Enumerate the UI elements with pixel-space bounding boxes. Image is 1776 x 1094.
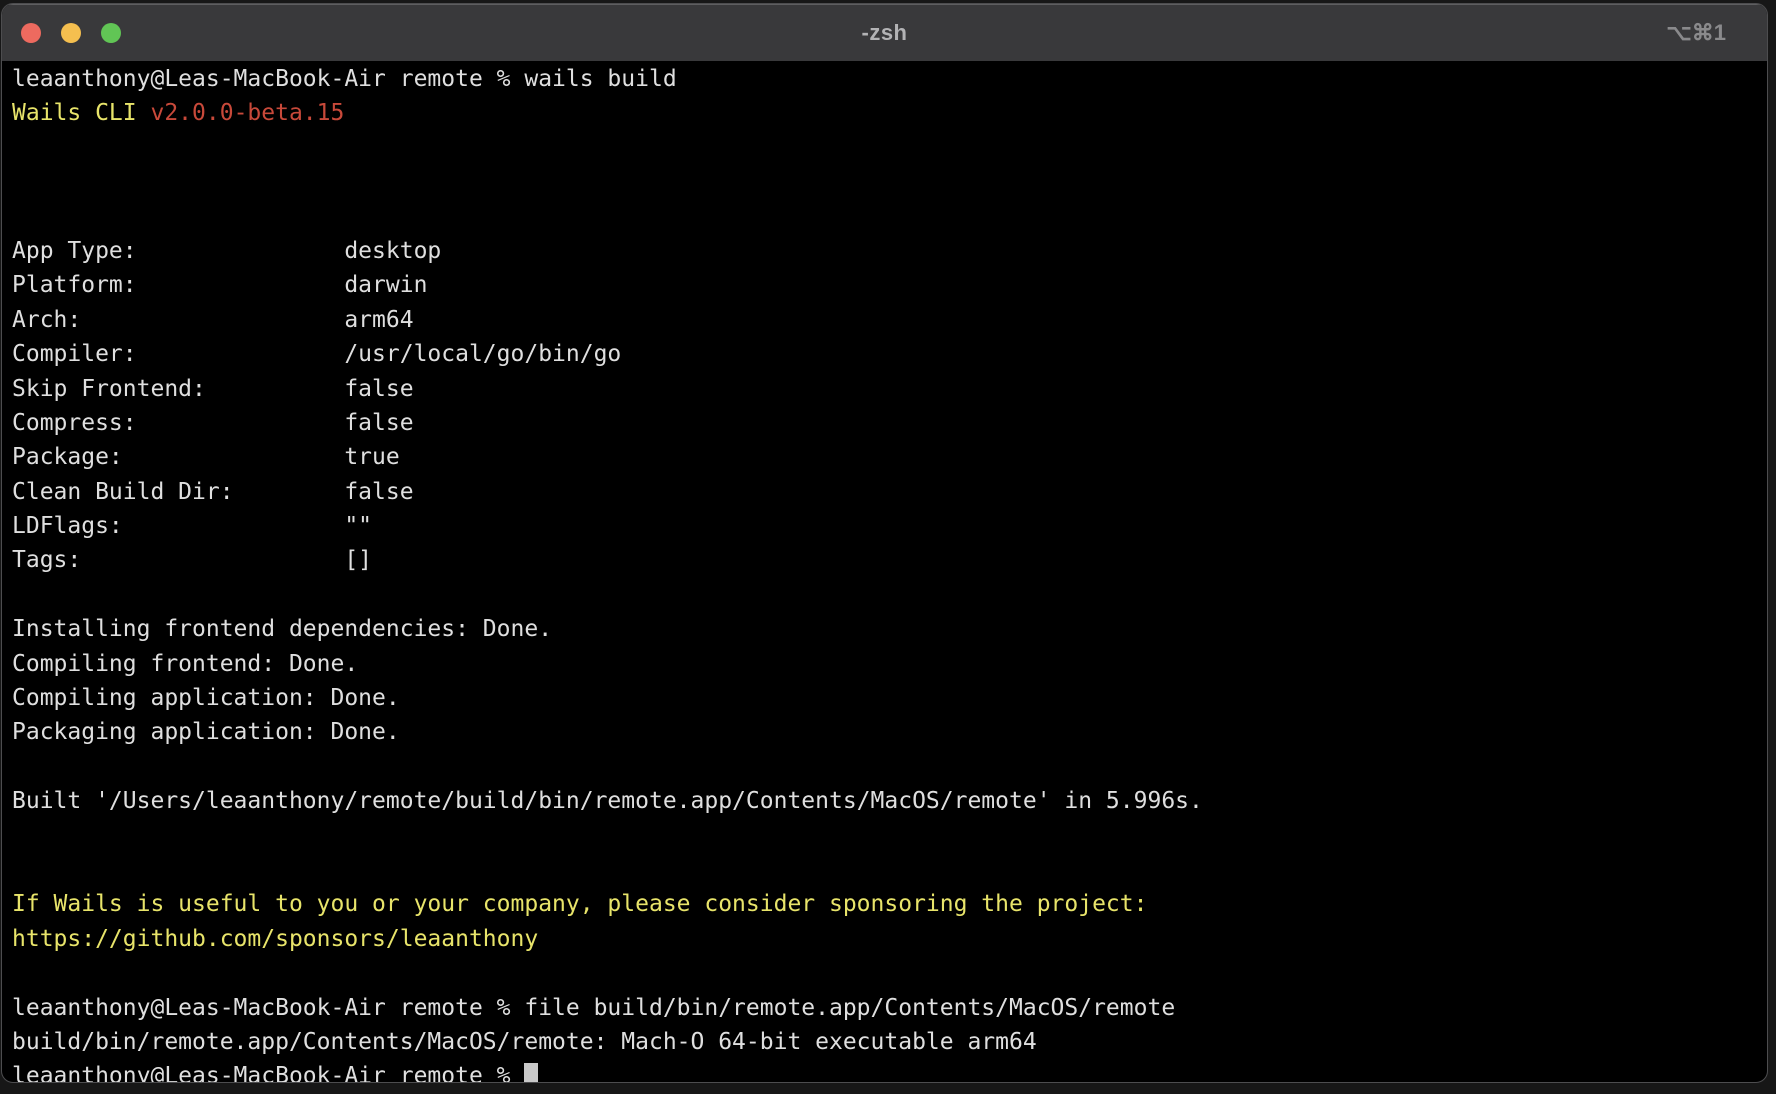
terminal-line [12,853,1767,887]
terminal-line [12,819,1767,853]
terminal-text: Installing frontend dependencies: Done. [12,616,552,642]
terminal-line: Platform: darwin [12,268,1767,302]
terminal-line: Compiler: /usr/local/go/bin/go [12,337,1767,371]
terminal-line [12,131,1767,165]
terminal-output[interactable]: leaanthony@Leas-MacBook-Air remote % wai… [2,62,1767,1082]
terminal-line: Packaging application: Done. [12,715,1767,749]
titlebar[interactable]: -zsh ⌥⌘1 [2,4,1767,62]
terminal-line: Wails CLI v2.0.0-beta.15 [12,96,1767,130]
terminal-line [12,750,1767,784]
terminal-line: Built '/Users/leaanthony/remote/build/bi… [12,784,1767,818]
terminal-text: Compress: false [12,410,414,436]
terminal-text: leaanthony@Leas-MacBook-Air remote % fil… [12,995,1175,1021]
terminal-text: leaanthony@Leas-MacBook-Air remote % wai… [12,66,677,92]
terminal-text: Built '/Users/leaanthony/remote/build/bi… [12,788,1203,814]
terminal-line: Clean Build Dir: false [12,475,1767,509]
terminal-line: leaanthony@Leas-MacBook-Air remote % [12,1059,1767,1082]
terminal-line: Package: true [12,440,1767,474]
terminal-window: -zsh ⌥⌘1 leaanthony@Leas-MacBook-Air rem… [1,3,1768,1083]
terminal-text: Compiling application: Done. [12,685,400,711]
terminal-line: Compiling application: Done. [12,681,1767,715]
terminal-text: https://github.com/sponsors/leaanthony [12,926,538,952]
terminal-line [12,200,1767,234]
keyboard-shortcut-badge: ⌥⌘1 [1666,4,1726,61]
terminal-line: Skip Frontend: false [12,372,1767,406]
terminal-text: Compiler: /usr/local/go/bin/go [12,341,621,367]
terminal-text: Wails CLI [12,100,150,126]
terminal-line: Tags: [] [12,543,1767,577]
terminal-text: Platform: darwin [12,272,427,298]
terminal-line: App Type: desktop [12,234,1767,268]
terminal-text: v2.0.0-beta.15 [150,100,344,126]
terminal-text: leaanthony@Leas-MacBook-Air remote % [12,1063,524,1082]
terminal-text: Packaging application: Done. [12,719,400,745]
terminal-text: If Wails is useful to you or your compan… [12,891,1147,917]
terminal-text: build/bin/remote.app/Contents/MacOS/remo… [12,1029,1037,1055]
terminal-line: https://github.com/sponsors/leaanthony [12,922,1767,956]
terminal-line: LDFlags: "" [12,509,1767,543]
terminal-text: Tags: [] [12,547,372,573]
terminal-cursor [524,1063,538,1082]
terminal-line: If Wails is useful to you or your compan… [12,887,1767,921]
window-title: -zsh [2,4,1767,61]
terminal-text: Clean Build Dir: false [12,479,414,505]
terminal-line: Compiling frontend: Done. [12,647,1767,681]
terminal-text: Package: true [12,444,400,470]
terminal-line [12,578,1767,612]
terminal-line: Arch: arm64 [12,303,1767,337]
terminal-line [12,165,1767,199]
terminal-text: Arch: arm64 [12,307,414,333]
terminal-line: leaanthony@Leas-MacBook-Air remote % wai… [12,62,1767,96]
terminal-text: Skip Frontend: false [12,376,414,402]
terminal-text: LDFlags: "" [12,513,372,539]
terminal-line: leaanthony@Leas-MacBook-Air remote % fil… [12,991,1767,1025]
terminal-text: App Type: desktop [12,238,441,264]
terminal-line [12,956,1767,990]
terminal-line: build/bin/remote.app/Contents/MacOS/remo… [12,1025,1767,1059]
terminal-line: Compress: false [12,406,1767,440]
terminal-line: Installing frontend dependencies: Done. [12,612,1767,646]
terminal-text: Compiling frontend: Done. [12,651,358,677]
